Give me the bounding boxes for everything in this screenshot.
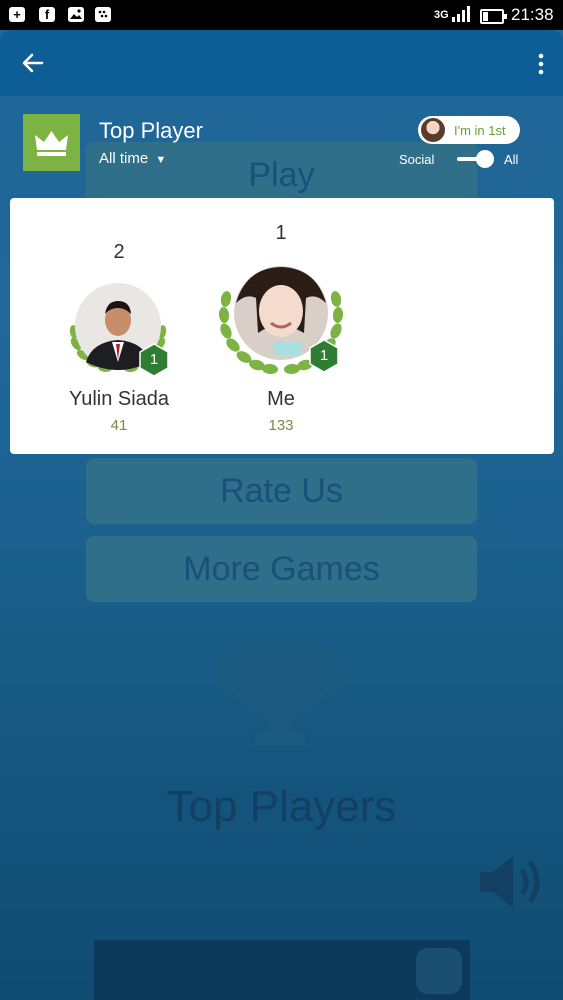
ad-banner (94, 940, 470, 1000)
dropdown-arrow-icon: ▼ (155, 154, 167, 166)
bbm-icon (95, 7, 111, 22)
all-filter-label[interactable]: All (504, 152, 518, 167)
player-rank: 2 (113, 241, 125, 263)
sound-icon (480, 856, 540, 908)
player-rank: 1 (275, 222, 287, 244)
my-position-button[interactable]: I'm in 1st (418, 116, 520, 144)
battery-icon (480, 9, 507, 24)
back-arrow-icon[interactable] (20, 50, 46, 76)
player-score: 41 (110, 417, 128, 434)
signal-icon (452, 6, 470, 22)
app-bar (0, 30, 563, 96)
add-box-icon: + (9, 7, 25, 22)
leaderboard-crown-tile (23, 114, 80, 171)
social-filter-label[interactable]: Social (399, 152, 434, 167)
banner-action (416, 948, 462, 994)
more-games-button: More Games (86, 536, 477, 602)
more-options-icon[interactable] (532, 52, 550, 76)
my-position-label: I'm in 1st (454, 123, 506, 138)
my-avatar-small (421, 118, 445, 142)
facebook-icon: f (39, 7, 55, 22)
status-time: 21:38 (511, 5, 554, 24)
top-players-title: Top Players (166, 782, 397, 831)
player-score: 133 (268, 417, 294, 434)
level-number: 1 (319, 347, 329, 364)
network-type: 3G (434, 9, 449, 21)
image-icon (68, 7, 84, 22)
crown-icon (35, 131, 68, 156)
rate-us-button: Rate Us (86, 458, 477, 524)
trophy-icon (218, 645, 342, 746)
status-bar: + f 3G 21:38 (0, 0, 563, 30)
player-name: Me (267, 388, 295, 410)
toggle-knob[interactable] (476, 150, 494, 168)
time-span-label: All time (99, 150, 149, 167)
time-span-dropdown[interactable]: All time ▼ (99, 150, 166, 167)
player-name: Yulin Siada (68, 388, 170, 410)
level-number: 1 (149, 351, 159, 368)
leaderboard-title: Top Player (99, 118, 203, 143)
